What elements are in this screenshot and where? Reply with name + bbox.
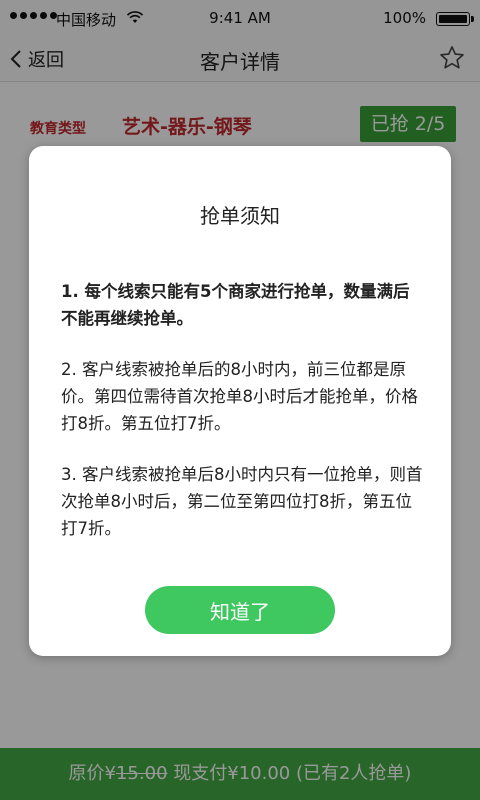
rule-item-1: 1. 每个线索只能有5个商家进行抢单，数量满后不能再继续抢单。 (61, 282, 410, 328)
rule-item-3: 3. 客户线索被抢单后8小时内只有一位抢单，则首次抢单8小时后，第二位至第四位打… (61, 465, 423, 538)
dialog-body: 1. 每个线索只能有5个商家进行抢单，数量满后不能再继续抢单。 2. 客户线索被… (61, 278, 423, 566)
acknowledge-button[interactable]: 知道了 (145, 586, 335, 634)
grab-rules-dialog: 抢单须知 1. 每个线索只能有5个商家进行抢单，数量满后不能再继续抢单。 2. … (29, 146, 451, 656)
dialog-title: 抢单须知 (200, 204, 280, 228)
rule-item-2: 2. 客户线索被抢单后的8小时内，前三位都是原价。第四位需待首次抢单8小时后才能… (61, 360, 418, 433)
